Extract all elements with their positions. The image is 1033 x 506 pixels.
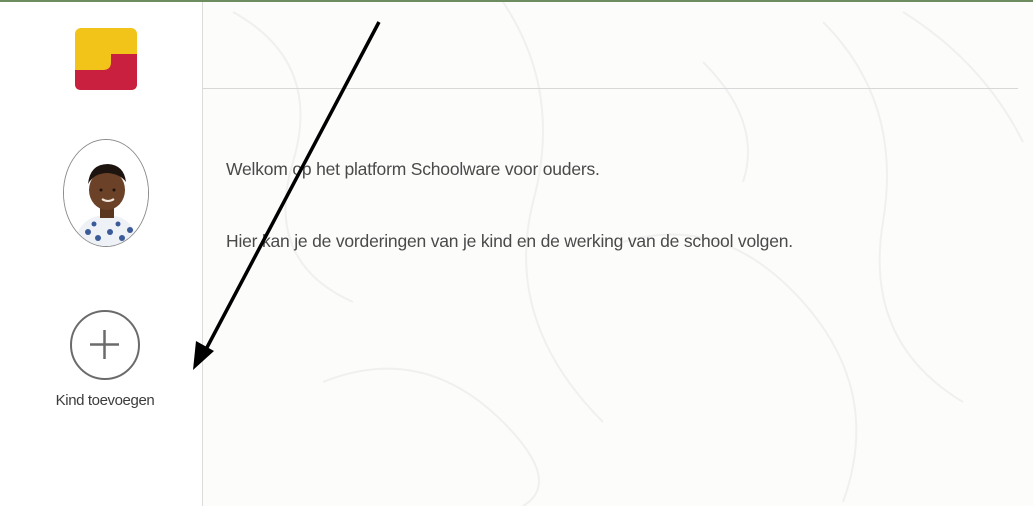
welcome-text-line2: Hier kan je de vorderingen van je kind e… — [226, 231, 793, 251]
welcome-text-line1: Welkom op het platform Schoolware voor o… — [226, 159, 600, 179]
sidebar: Kind toevoegen — [0, 2, 203, 506]
child-avatar[interactable] — [63, 139, 149, 247]
header-divider — [203, 88, 1018, 89]
background-pattern — [232, 2, 1024, 506]
add-child-label[interactable]: Kind toevoegen — [10, 392, 200, 409]
add-child-button[interactable]: Kind toevoegen — [10, 310, 200, 420]
main-content: Welkom op het platform Schoolware voor o… — [203, 2, 1033, 506]
plus-circle-icon[interactable] — [70, 310, 140, 380]
schoolware-logo-icon[interactable] — [75, 28, 137, 90]
